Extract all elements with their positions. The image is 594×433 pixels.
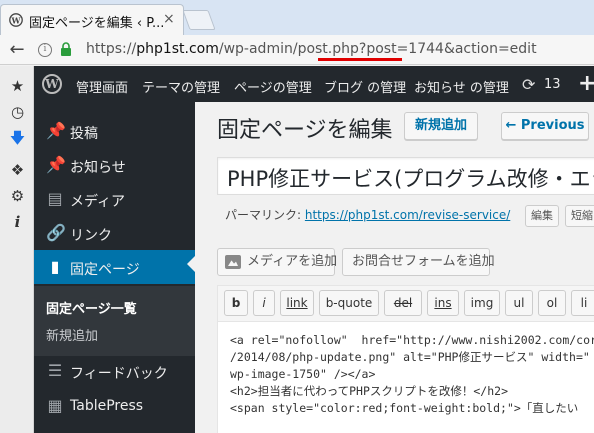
page-icon: ▮ [50,257,60,276]
qt-img-button[interactable]: img [464,290,500,316]
qt-ul-button[interactable]: ul [505,290,533,316]
active-indicator-arrow [187,256,195,272]
code-line: wp-image-1750" /></a> [230,367,376,381]
pin-icon: 📌 [46,155,66,174]
feedback-icon: ☰ [47,361,63,380]
extension-strip: ★ ◷ 🡇 ❖ ⚙ i [0,66,34,433]
sidebar-item-label: フィードバック [70,366,168,382]
wp-sidebar: 📌 投稿 📌 お知らせ ▤ メディア 🔗 リンク ▮ 固定ページ 固定ページ一覧… [34,102,195,433]
screen: { "browser": { "tab_title": "固定ページを編集 ‹ … [0,0,594,433]
adminbar-item-blog[interactable]: ブログ の管理 [324,77,406,96]
add-media-button[interactable]: メディアを追加 [217,248,338,276]
adminbar-item-pages[interactable]: ページの管理 [234,77,312,96]
adminbar-item-news[interactable]: お知らせ の管理 [414,77,509,96]
lock-icon [61,42,71,56]
previous-button[interactable]: ← Previous [501,112,589,140]
download-arrow-icon[interactable]: 🡇 [9,130,26,147]
permalink-edit-button[interactable]: 編集 [525,205,559,227]
main-content: 固定ページを編集 新規追加 ← Previous PHP修正サービス(プログラム… [195,102,594,433]
new-tab-button[interactable] [182,10,216,30]
post-title-value: PHP修正サービス(プログラム改修・エラ [227,167,594,191]
bookmark-star-icon[interactable]: ★ [9,78,26,95]
code-textarea[interactable]: <a rel="nofollow" href="http://www.nishi… [230,332,594,417]
add-new-button[interactable]: 新規追加 [404,112,478,140]
clock-icon[interactable]: ◷ [9,104,26,121]
qt-ol-button[interactable]: ol [538,290,566,316]
qt-italic-button[interactable]: i [253,290,275,316]
media-icon: ▤ [47,189,63,208]
sidebar-item-news[interactable]: 📌 お知らせ [34,148,195,182]
refresh-icon[interactable]: ⟳ [522,75,535,94]
code-line: <h2>担当者に代わってPHPスクリプトを改修！</h2> [230,384,509,398]
url-host: php1st.com [136,41,219,57]
sidebar-item-links[interactable]: 🔗 リンク [34,216,195,250]
permalink-row: パーマリンク: https://php1st.com/revise-servic… [225,206,510,223]
sidebar-item-label: 投稿 [70,126,98,142]
sidebar-item-label: リンク [70,228,112,244]
sidebar-item-media[interactable]: ▤ メディア [34,182,195,216]
qt-link-button[interactable]: link [280,290,314,316]
page-title: 固定ページを編集 [217,118,393,143]
url-query-rest: &action=edit [443,41,537,57]
url-query-highlight: post=1744 [366,41,444,57]
submenu-add-new[interactable]: 新規追加 [46,325,98,344]
adminbar-item-theme[interactable]: テーマの管理 [142,77,220,96]
sidebar-item-label: TablePress [70,398,144,414]
sidebar-item-label: 固定ページ [70,262,140,278]
add-contact-form-button[interactable]: お問合せフォームを追加 [342,248,495,276]
code-line: <a rel="nofollow" href="http://www.nishi… [230,333,594,347]
sidebar-item-label: メディア [70,194,126,210]
tab-title: 固定ページを編集 ‹ P... [29,16,165,31]
updates-count[interactable]: 13 [544,77,561,92]
permalink-url[interactable]: https://php1st.com/revise-service/ [305,208,510,222]
url-path: /wp-admin/post.php? [218,41,367,57]
wp-admin-bar: W 管理画面 テーマの管理 ページの管理 ブログ の管理 お知らせ の管理 ⟳ … [34,66,594,102]
qt-li-button[interactable]: li [571,290,594,316]
pin-icon: 📌 [46,121,66,140]
add-media-label: メディアを追加 [247,254,338,269]
submenu-all-pages[interactable]: 固定ページ一覧 [46,298,137,317]
puzzle-icon[interactable]: ❖ [9,162,26,179]
quicktags-toolbar: b i link b-quote del ins img ul ol li [218,286,594,322]
wordpress-favicon-icon: W [9,13,23,27]
tab-close-icon[interactable]: × [163,11,175,27]
gear-icon[interactable]: ⚙ [9,188,26,205]
wordpress-logo-icon[interactable]: W [42,74,62,94]
link-icon: 🔗 [46,223,66,242]
contact-form-label: お問合せフォームを追加 [352,254,495,269]
permalink-label: パーマリンク: [225,208,302,222]
qt-del-button[interactable]: del [384,290,422,316]
qt-ins-button[interactable]: ins [427,290,459,316]
red-highlight-underline [318,58,402,61]
back-arrow-icon[interactable]: ← [6,39,28,61]
text-editor: b i link b-quote del ins img ul ol li <a… [217,285,594,433]
qt-blockquote-button[interactable]: b-quote [319,290,379,316]
sidebar-item-feedback[interactable]: ☰ フィードバック [34,354,195,388]
shortlink-button[interactable]: 短縮 [565,205,594,227]
sidebar-item-label: お知らせ [70,160,126,176]
browser-tab[interactable]: W 固定ページを編集 ‹ P... × [0,4,184,35]
post-title-input[interactable]: PHP修正サービス(プログラム改修・エラ [217,157,594,195]
qt-bold-button[interactable]: b [224,290,248,316]
adminbar-item-dashboard[interactable]: 管理画面 [76,77,128,96]
sidebar-item-posts[interactable]: 📌 投稿 [34,114,195,148]
media-icon [225,255,241,269]
table-icon: ▦ [47,396,63,415]
code-line: /2014/08/php-update.png" alt="PHP修正サービス"… [230,350,590,364]
pages-submenu: 固定ページ一覧 新規追加 [34,286,195,356]
code-line: <span style="color:red;font-weight:bold;… [230,401,579,415]
info-icon[interactable]: i [38,43,52,57]
url-input[interactable]: https://php1st.com/wp-admin/post.php?pos… [86,41,537,57]
url-scheme: https:// [86,41,137,57]
sidebar-item-pages[interactable]: ▮ 固定ページ [34,250,195,284]
browser-tab-strip: W 固定ページを編集 ‹ P... × [0,0,594,35]
svg-text:W: W [11,15,22,25]
address-bar: ← i https://php1st.com/wp-admin/post.php… [0,35,594,65]
info-italic-icon[interactable]: i [9,214,26,231]
sidebar-item-tablepress[interactable]: ▦ TablePress [34,389,195,423]
plus-icon[interactable]: + [578,71,594,96]
